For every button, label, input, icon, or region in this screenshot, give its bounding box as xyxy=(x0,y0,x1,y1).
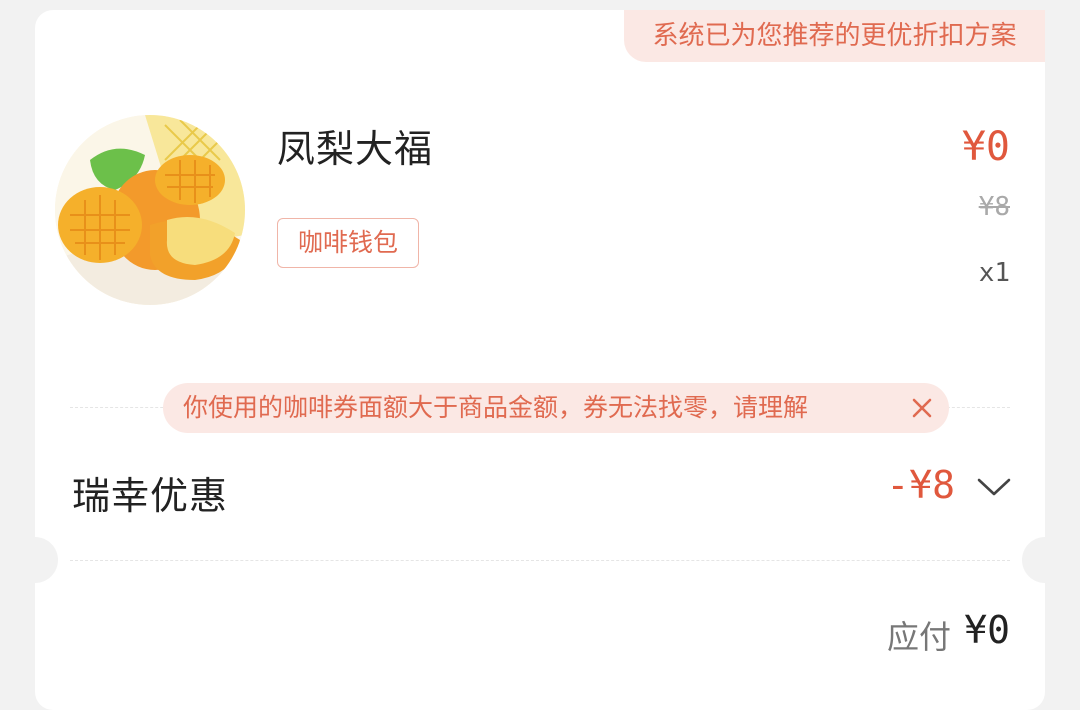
voucher-tip: 你使用的咖啡券面额大于商品金额，券无法找零，请理解 xyxy=(163,383,949,433)
product-image xyxy=(55,115,245,305)
discount-label: 瑞幸优惠 xyxy=(72,474,229,518)
pineapple-mochi-icon xyxy=(55,115,245,305)
current-price: ¥0 xyxy=(961,124,1010,170)
quantity: x1 xyxy=(978,258,1010,288)
chevron-down-icon[interactable] xyxy=(974,470,1014,504)
discount-amount[interactable]: -¥8 xyxy=(886,463,955,507)
close-icon[interactable] xyxy=(909,383,935,433)
payable-label: 应付 xyxy=(887,618,952,656)
voucher-tip-text: 你使用的咖啡券面额大于商品金额，券无法找零，请理解 xyxy=(183,393,809,422)
divider xyxy=(70,560,1010,561)
card-notch-left xyxy=(12,537,58,583)
order-card xyxy=(35,10,1045,710)
recommend-banner: 系统已为您推荐的更优折扣方案 xyxy=(624,10,1045,62)
original-price: ¥8 xyxy=(978,192,1010,222)
card-notch-right xyxy=(1022,537,1068,583)
payable-amount: ¥0 xyxy=(964,608,1010,652)
product-name: 凤梨大福 xyxy=(277,127,434,171)
coffee-wallet-tag: 咖啡钱包 xyxy=(277,218,419,268)
